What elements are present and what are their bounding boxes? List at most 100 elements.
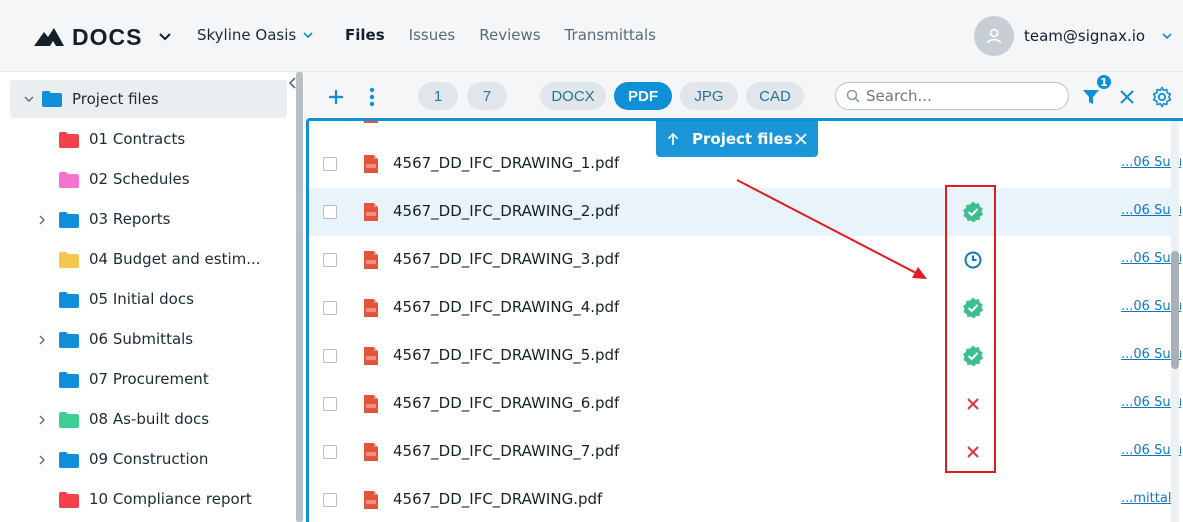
row-checkbox[interactable] bbox=[323, 253, 337, 267]
row-checkbox[interactable] bbox=[323, 493, 337, 507]
row-checkbox[interactable] bbox=[323, 118, 337, 121]
folder-icon bbox=[59, 292, 79, 308]
pdf-file-icon bbox=[364, 121, 378, 123]
tree-item-folder[interactable]: 05 Initial docs bbox=[0, 280, 290, 320]
chevron-right-icon[interactable] bbox=[37, 335, 47, 345]
table-row[interactable]: 4567_DD_IFC_DRAWING_3.pdf...06 Submittal… bbox=[309, 236, 1181, 284]
tree-item-label: 08 As-built docs bbox=[89, 410, 210, 428]
pdf-file-icon bbox=[364, 203, 378, 221]
chevron-right-icon[interactable] bbox=[37, 415, 47, 425]
file-list-scrollbar[interactable] bbox=[1171, 121, 1179, 522]
row-checkbox[interactable] bbox=[323, 397, 337, 411]
avatar[interactable] bbox=[974, 16, 1014, 56]
tree-item-folder[interactable]: 04 Budget and estim... bbox=[0, 240, 290, 280]
file-name[interactable]: 4567_DD_IFC_DRAWING_1.pdf bbox=[393, 154, 619, 172]
search-input[interactable] bbox=[866, 87, 1046, 105]
nav-reviews[interactable]: Reviews bbox=[479, 26, 540, 44]
tree-item-folder[interactable]: 07 Procurement bbox=[0, 360, 290, 400]
tree-item-label: 02 Schedules bbox=[89, 170, 190, 188]
filter-pill-docx[interactable]: DOCX bbox=[540, 82, 606, 110]
chevron-right-icon[interactable] bbox=[37, 215, 47, 225]
tree-item-label: 03 Reports bbox=[89, 210, 171, 228]
table-row[interactable]: 4567_DD_IFC_DRAWING_4.pdf...06 Submittal… bbox=[309, 284, 1181, 332]
annotation-highlight-box bbox=[945, 185, 996, 473]
file-name[interactable]: 4567_DD_IFC_DRAWING_5.pdf bbox=[393, 346, 619, 364]
file-list-scrollbar-thumb[interactable] bbox=[1171, 251, 1179, 369]
chevron-down-icon[interactable] bbox=[24, 94, 34, 104]
tree-item-label: 06 Submittals bbox=[89, 330, 194, 348]
mountain-logo-icon bbox=[34, 28, 64, 46]
chevron-down-icon[interactable] bbox=[158, 30, 172, 44]
folder-icon bbox=[59, 492, 79, 508]
nav-transmittals[interactable]: Transmittals bbox=[565, 26, 656, 44]
main-nav: Files Issues Reviews Transmittals bbox=[345, 26, 656, 44]
file-name[interactable]: 4567_DD_IFC_DRAWING_2.pdf bbox=[393, 202, 619, 220]
project-name: Skyline Oasis bbox=[197, 26, 297, 44]
sidebar-scrollbar[interactable] bbox=[296, 72, 303, 522]
filter-pill-cad[interactable]: CAD bbox=[746, 82, 804, 110]
pdf-file-icon bbox=[364, 299, 378, 317]
search-field[interactable] bbox=[835, 82, 1069, 110]
filter-pill-7[interactable]: 7 bbox=[467, 82, 507, 110]
tree-item-project-files[interactable]: Project files bbox=[10, 80, 287, 118]
file-name[interactable]: 4567_DD_IFC_DRAWING_7.pdf bbox=[393, 442, 619, 460]
folder-icon bbox=[59, 372, 79, 388]
nav-issues[interactable]: Issues bbox=[409, 26, 456, 44]
project-selector[interactable]: Skyline Oasis bbox=[197, 26, 314, 44]
table-row[interactable]: 4567_DD_IFC_DRAWING_7.pdf...06 Submittal… bbox=[309, 428, 1181, 476]
file-name[interactable]: 4567_DD_IFC_DRAWING_6.pdf bbox=[393, 394, 619, 412]
chevron-right-icon[interactable] bbox=[37, 455, 47, 465]
filter-pill-jpg[interactable]: JPG bbox=[680, 82, 738, 110]
tree-item-folder[interactable]: 06 Submittals bbox=[0, 320, 290, 360]
table-row[interactable]: 4567_DD_IFC_DRAWING_2.pdf...06 Submittal… bbox=[309, 188, 1181, 236]
filter-pill-pdf[interactable]: PDF bbox=[614, 82, 672, 110]
sidebar-scrollbar-thumb[interactable] bbox=[296, 72, 303, 522]
docs-logo[interactable]: DOCS bbox=[34, 22, 172, 52]
folder-icon bbox=[42, 91, 62, 107]
tree-item-label: 09 Construction bbox=[89, 450, 209, 468]
tree-item-label: 04 Budget and estim... bbox=[89, 250, 261, 268]
tree-item-folder[interactable]: 02 Schedules bbox=[0, 160, 290, 200]
current-folder-tag[interactable]: Project files bbox=[656, 121, 818, 157]
tree-item-folder[interactable]: 10 Compliance report bbox=[0, 480, 290, 520]
user-icon bbox=[986, 28, 1002, 44]
chevron-down-icon bbox=[303, 32, 313, 39]
funnel-icon bbox=[1083, 90, 1099, 104]
table-row[interactable]: 4567_DD_IFC_DRAWING_5.pdf...06 Submittal… bbox=[309, 332, 1181, 380]
add-button[interactable] bbox=[323, 84, 349, 110]
user-email: team@signax.io bbox=[1024, 27, 1146, 45]
tree-item-folder[interactable]: 03 Reports bbox=[0, 200, 290, 240]
file-name[interactable]: 4567_DD_IFC_DRAWING_4.pdf bbox=[393, 298, 619, 316]
table-row[interactable]: 4567_DD_IFC_DRAWING.pdf ...mittals bbox=[309, 476, 1178, 522]
folder-tree: Project files 01 Contracts 02 Schedules 03… bbox=[0, 72, 296, 522]
arrow-up-icon[interactable] bbox=[666, 132, 680, 146]
filter-count-badge: 1 bbox=[1095, 73, 1113, 91]
close-icon[interactable] bbox=[794, 132, 808, 146]
gear-icon bbox=[1152, 86, 1172, 108]
files-toolbar: 1 7 DOCX PDF JPG CAD 1 bbox=[304, 72, 1183, 120]
folder-icon bbox=[59, 452, 79, 468]
more-options-button[interactable] bbox=[359, 84, 385, 110]
row-checkbox[interactable] bbox=[323, 157, 337, 171]
tree-item-folder[interactable]: 09 Construction bbox=[0, 440, 290, 480]
row-checkbox[interactable] bbox=[323, 349, 337, 363]
folder-icon bbox=[59, 172, 79, 188]
user-menu[interactable]: team@signax.io bbox=[974, 16, 1173, 56]
clear-filter-button[interactable] bbox=[1114, 84, 1140, 110]
row-checkbox[interactable] bbox=[323, 301, 337, 315]
file-name[interactable]: 4567_DD_IFC_DRAWING.pdf bbox=[393, 490, 602, 508]
row-checkbox[interactable] bbox=[323, 445, 337, 459]
tree-item-folder[interactable]: 01 Contracts bbox=[0, 120, 290, 160]
pdf-file-icon bbox=[364, 155, 378, 173]
pdf-file-icon bbox=[364, 443, 378, 461]
settings-button[interactable] bbox=[1149, 84, 1175, 110]
tree-item-label: 05 Initial docs bbox=[89, 290, 194, 308]
file-name[interactable]: 4567_DD_IFC_DRAWING_3.pdf bbox=[393, 250, 619, 268]
row-checkbox[interactable] bbox=[323, 205, 337, 219]
search-icon bbox=[846, 89, 860, 103]
tree-item-folder[interactable]: 08 As-built docs bbox=[0, 400, 290, 440]
filter-pill-1[interactable]: 1 bbox=[418, 82, 458, 110]
nav-files[interactable]: Files bbox=[345, 26, 385, 44]
logo-text: DOCS bbox=[72, 23, 143, 50]
table-row[interactable]: 4567_DD_IFC_DRAWING_6.pdf...06 Submittal… bbox=[309, 380, 1181, 428]
